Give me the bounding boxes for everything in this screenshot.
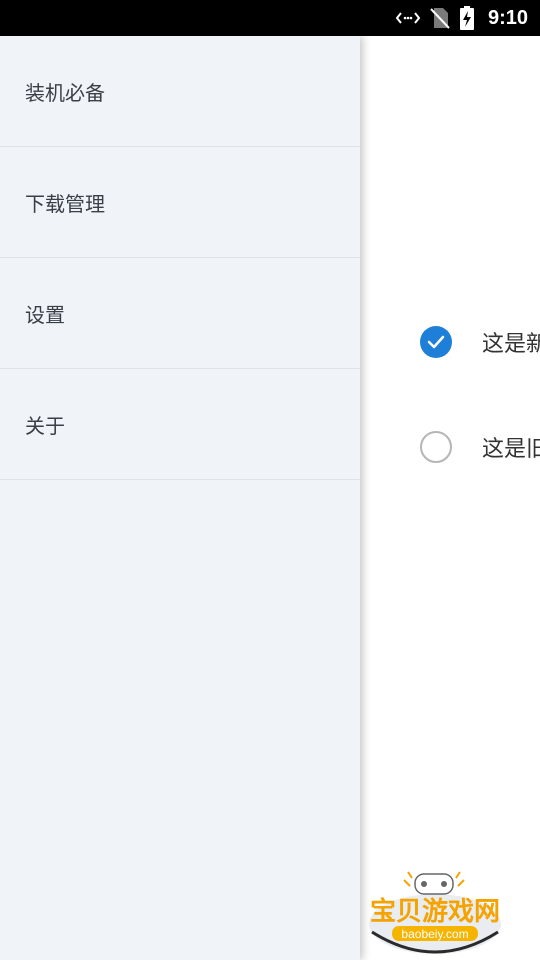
radio-unchecked-icon[interactable] — [420, 431, 452, 463]
navigation-drawer: 装机必备 下载管理 设置 关于 — [0, 36, 360, 960]
option-new[interactable]: 这是新 — [420, 326, 540, 358]
battery-charging-icon — [459, 6, 474, 30]
watermark-title: 宝贝游戏网 — [370, 896, 500, 927]
watermark-url: baobeiy.com — [401, 927, 468, 941]
data-sync-icon — [395, 10, 420, 26]
radio-checked-icon[interactable] — [420, 326, 452, 358]
option-old[interactable]: 这是旧 — [420, 431, 540, 463]
drawer-item-essentials[interactable]: 装机必备 — [0, 36, 360, 147]
watermark-logo: 宝贝游戏网 baobeiy.com — [360, 862, 510, 957]
option-old-label: 这是旧 — [482, 437, 540, 462]
drawer-item-label: 装机必备 — [25, 80, 105, 105]
drawer-item-label: 下载管理 — [25, 191, 105, 216]
drawer-item-settings[interactable]: 设置 — [0, 258, 360, 369]
drawer-item-label: 关于 — [25, 413, 65, 438]
option-new-label: 这是新 — [482, 332, 540, 357]
no-sim-icon — [430, 7, 450, 29]
status-time: 9:10 — [487, 6, 528, 29]
drawer-item-downloads[interactable]: 下载管理 — [0, 147, 360, 258]
status-bar: 9:10 — [0, 0, 540, 36]
drawer-item-label: 设置 — [25, 302, 65, 327]
drawer-item-about[interactable]: 关于 — [0, 369, 360, 480]
